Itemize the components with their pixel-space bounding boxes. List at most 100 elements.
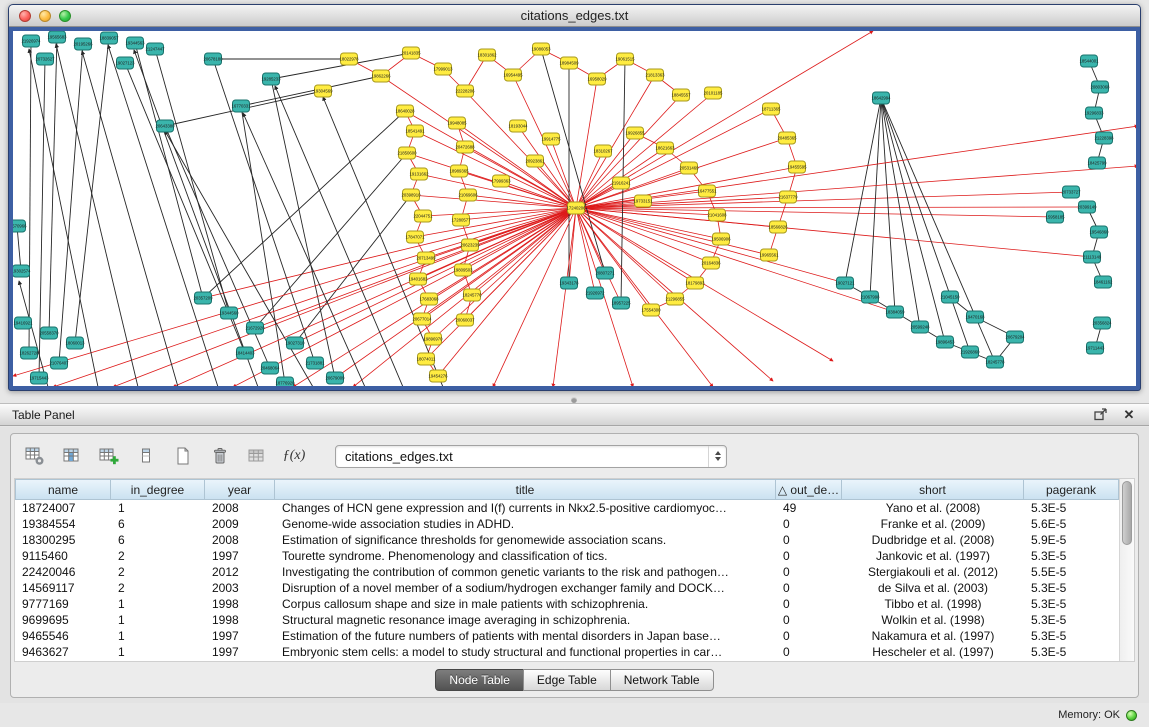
new-document-button[interactable]	[171, 444, 195, 468]
graph-node[interactable]: 18839057	[99, 32, 119, 44]
graph-node[interactable]: 19470168	[965, 311, 985, 323]
graph-node[interactable]: 19416921	[13, 317, 33, 329]
tab-node-table[interactable]: Node Table	[435, 669, 524, 691]
graph-node[interactable]: 20399149	[1077, 201, 1097, 213]
column-header-pagerank[interactable]: pagerank	[1024, 479, 1119, 500]
graph-node[interactable]: 15958185	[1045, 211, 1065, 223]
graph-node[interactable]: 16954495	[503, 69, 523, 81]
graph-node[interactable]: 20678180	[203, 53, 223, 65]
graph-node[interactable]: 18310267	[593, 145, 613, 157]
graph-node[interactable]: 17999363	[491, 175, 511, 187]
graph-node[interactable]: 22044751	[413, 210, 433, 222]
close-window-icon[interactable]	[19, 10, 31, 22]
graph-node[interactable]: 20732627	[35, 53, 55, 65]
graph-node[interactable]: 20472688	[455, 141, 475, 153]
table-row[interactable]: 911546021997Tourette syndrome. Phenomeno…	[15, 548, 1119, 564]
graph-node[interactable]: 20558370	[39, 327, 59, 339]
table-selector-dropdown[interactable]: citations_edges.txt	[335, 445, 727, 468]
graph-node[interactable]: 20599248	[910, 321, 930, 333]
scrollbar-thumb[interactable]	[1122, 481, 1132, 545]
graph-node[interactable]: 19565683	[47, 31, 67, 43]
graph-node[interactable]: 20570966	[13, 220, 27, 232]
graph-node[interactable]: 16477551	[697, 185, 717, 197]
graph-node[interactable]: 19086053	[531, 43, 551, 55]
graph-node[interactable]: 18957225	[611, 297, 631, 309]
graph-node[interactable]: 20531469	[679, 162, 699, 174]
column-header-name[interactable]: name	[15, 479, 111, 500]
graph-node[interactable]: 19733151	[633, 195, 653, 207]
graph-node[interactable]: 17683068	[419, 293, 439, 305]
function-builder-button[interactable]: ƒ(x)	[282, 444, 306, 468]
graph-node[interactable]: 18640028	[395, 105, 415, 117]
graph-node[interactable]: 21076407	[49, 357, 69, 369]
close-panel-button[interactable]: ✕	[1121, 407, 1137, 423]
graph-node[interactable]: 19896453	[935, 336, 955, 348]
graph-node[interactable]: 19344560	[219, 307, 239, 319]
graph-node[interactable]: 18776920	[275, 377, 295, 386]
table-row[interactable]: 1830029562008Estimation of significance …	[15, 532, 1119, 548]
graph-node[interactable]: 17554300	[641, 304, 661, 316]
graph-node[interactable]: 19344563	[125, 37, 145, 49]
graph-node[interactable]: 20623239	[460, 239, 480, 251]
graph-node[interactable]: 17847071	[405, 231, 425, 243]
float-panel-button[interactable]	[1093, 407, 1109, 423]
graph-node[interactable]: 18845557	[671, 89, 691, 101]
graph-node[interactable]: 16958029	[587, 73, 607, 85]
graph-node[interactable]: 19914775	[541, 133, 561, 145]
show-columns-button[interactable]	[60, 444, 84, 468]
graph-node[interactable]: 20807271	[595, 267, 615, 279]
network-canvas[interactable]: 21926974 19565683 20195266 18839057 19344563…	[13, 31, 1136, 386]
graph-node[interactable]: 19027121	[835, 277, 855, 289]
graph-node[interactable]: 21926860	[960, 346, 980, 358]
cell-edit-button[interactable]	[134, 444, 158, 468]
graph-node[interactable]: 18621663	[655, 142, 675, 154]
graph-node[interactable]: 20468064	[260, 362, 280, 374]
table-row[interactable]: 946362711997Embryonic stem cells: a mode…	[15, 644, 1119, 660]
graph-node[interactable]: 19285233	[261, 73, 281, 85]
graph-node[interactable]: 20803068	[1090, 81, 1110, 93]
graph-node[interactable]: 20060037	[455, 314, 475, 326]
memory-ok-icon[interactable]	[1126, 710, 1137, 721]
table-row[interactable]: 946554611997Estimation of the future num…	[15, 628, 1119, 644]
graph-node[interactable]: 21731881	[305, 357, 325, 369]
network-graph-svg[interactable]: 21926974 19565683 20195266 18839057 19344563…	[13, 31, 1136, 386]
table-vertical-scrollbar[interactable]	[1119, 479, 1134, 661]
graph-node[interactable]: 19455595	[787, 161, 807, 173]
tab-edge-table[interactable]: Edge Table	[523, 669, 611, 691]
graph-node[interactable]: 21296855	[665, 293, 685, 305]
table-row[interactable]: 969969511998Structural magnetic resonanc…	[15, 612, 1119, 628]
graph-node[interactable]: 19131662	[409, 168, 429, 180]
graph-node[interactable]: 21045150	[940, 291, 960, 303]
graph-node[interactable]: 18060013	[65, 337, 85, 349]
graph-node[interactable]: 18179893	[685, 277, 705, 289]
graph-node[interactable]: 18384059	[885, 306, 905, 318]
graph-node[interactable]: 20195266	[73, 38, 93, 50]
graph-node[interactable]: 21228398	[1094, 132, 1114, 144]
table-row[interactable]: 1872400712008Changes of HCN gene express…	[15, 500, 1119, 516]
graph-node[interactable]: 17280577	[451, 214, 471, 226]
graph-node[interactable]: 18541491	[405, 125, 425, 137]
graph-node[interactable]: 19401682	[408, 273, 428, 285]
import-table-button[interactable]	[245, 444, 269, 468]
graph-node[interactable]: 18022978	[339, 53, 359, 65]
graph-node[interactable]: 19343178	[559, 277, 579, 289]
new-column-button[interactable]	[97, 444, 121, 468]
column-header-year[interactable]: year	[205, 479, 275, 500]
graph-node[interactable]: 19926855	[625, 127, 645, 139]
table-row[interactable]: 977716911998Corpus callosum shape and si…	[15, 596, 1119, 612]
column-header-in_degree[interactable]: in_degree	[111, 479, 205, 500]
graph-node[interactable]: 18642994	[871, 92, 891, 104]
graph-node[interactable]: 18262728	[19, 347, 39, 359]
graph-node[interactable]: 18074011	[417, 353, 436, 365]
graph-node[interactable]: 20356824	[1092, 317, 1112, 329]
graph-node[interactable]: 18301862	[477, 49, 497, 61]
table-row[interactable]: 2242004622012Investigating the contribut…	[15, 564, 1119, 580]
graph-node[interactable]: 21850600	[397, 147, 417, 159]
graph-node[interactable]: 18245776	[462, 289, 482, 301]
graph-node[interactable]: 18425799	[1087, 157, 1107, 169]
graph-node[interactable]: 20101185	[704, 87, 723, 99]
graph-node[interactable]: 20141835	[401, 47, 421, 59]
graph-node[interactable]: 22228206	[455, 85, 475, 97]
graph-node[interactable]: 21637779	[778, 191, 798, 203]
graph-node[interactable]: 21926974	[21, 35, 41, 47]
